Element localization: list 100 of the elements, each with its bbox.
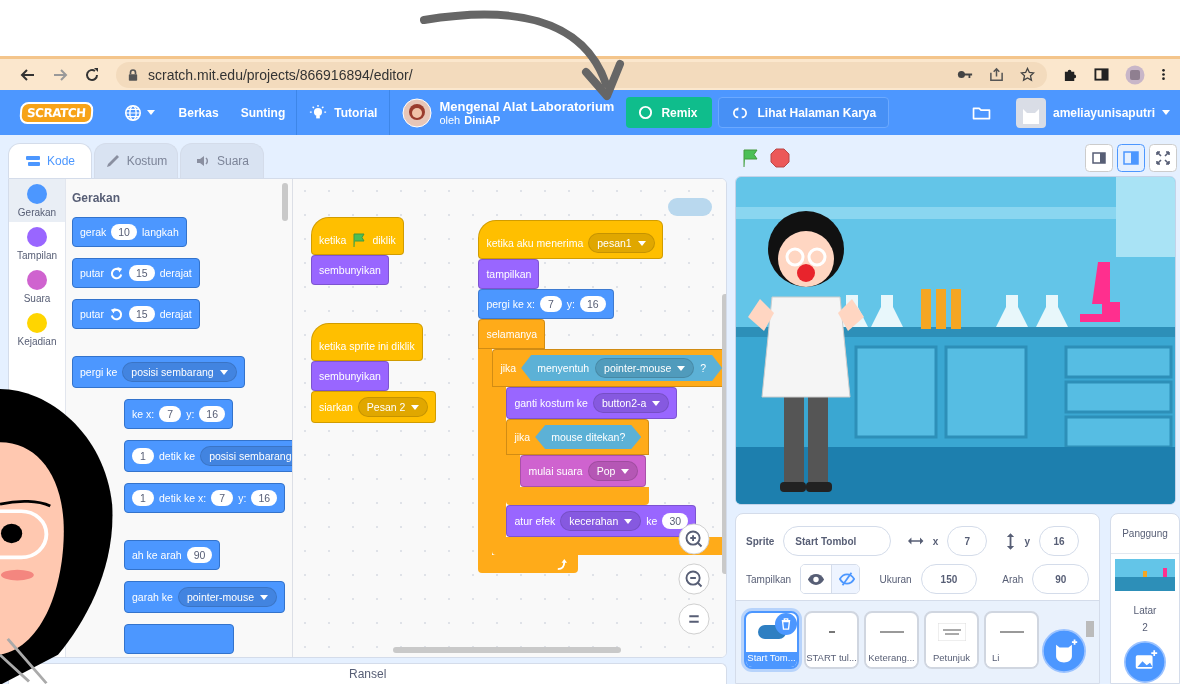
zoom-reset-icon[interactable] xyxy=(678,603,711,635)
code-block[interactable]: tampilkan xyxy=(478,259,540,289)
number-input[interactable]: 7 xyxy=(539,296,562,312)
number-input[interactable]: 15 xyxy=(128,265,155,281)
dropdown-input[interactable]: kecerahan xyxy=(560,511,642,531)
code-block[interactable]: ah ke arah 90 xyxy=(124,540,221,570)
puzzle-icon[interactable] xyxy=(1063,67,1078,82)
more-menu-icon[interactable] xyxy=(1161,67,1166,82)
add-sprite-icon[interactable] xyxy=(1042,629,1086,673)
sprite-tile[interactable]: START tul... xyxy=(804,611,859,669)
block-label: detik ke x: xyxy=(159,492,207,504)
flag-icon xyxy=(351,231,368,248)
reload-icon[interactable] xyxy=(84,66,100,83)
code-block[interactable]: gerak 10 langkah xyxy=(72,217,187,247)
dropdown-input[interactable]: posisi sembarang xyxy=(122,362,237,382)
block-label: derajat xyxy=(159,308,192,320)
caret-icon xyxy=(146,110,155,115)
sprite-tile[interactable]: Petunjuk xyxy=(924,611,979,669)
sidebar-icon[interactable] xyxy=(1094,67,1109,82)
caret-icon xyxy=(652,400,661,406)
horizontal-arrows-icon xyxy=(908,536,924,546)
code-block[interactable]: pergi ke posisi sembarang xyxy=(72,356,245,388)
flag-icon[interactable] xyxy=(740,147,760,168)
category-item[interactable]: Gerakan xyxy=(9,179,65,222)
key-icon[interactable] xyxy=(957,69,973,80)
block-label: ketika sprite ini diklik xyxy=(319,339,415,352)
scrollbar-thumb[interactable] xyxy=(282,183,288,221)
code-block[interactable]: garah ke pointer-mouse xyxy=(124,581,285,613)
profile-avatar-icon[interactable] xyxy=(1125,64,1145,85)
caret-icon xyxy=(677,365,686,371)
eye-icon xyxy=(807,572,826,586)
add-backdrop-icon[interactable] xyxy=(1124,641,1166,683)
code-blocks-icon xyxy=(25,153,41,169)
block-label: sembunyikan xyxy=(319,370,381,382)
hide-button[interactable] xyxy=(832,565,860,593)
scrollbar-thumb[interactable] xyxy=(393,647,621,653)
number-input[interactable]: 16 xyxy=(199,406,226,422)
eye-slash-icon xyxy=(838,571,857,587)
sprite-tile[interactable]: Li xyxy=(984,611,1039,669)
stop-icon[interactable] xyxy=(770,147,790,168)
folder-icon[interactable] xyxy=(971,105,991,120)
number-input[interactable]: 15 xyxy=(128,306,155,322)
trash-icon[interactable] xyxy=(775,613,797,635)
block-label: detik ke xyxy=(159,450,196,462)
globe-icon xyxy=(123,103,142,122)
back-icon[interactable] xyxy=(20,66,36,83)
backdrop-count: 2 xyxy=(1142,622,1148,633)
scrollbar-thumb[interactable] xyxy=(1086,621,1094,637)
show-button[interactable] xyxy=(801,565,833,593)
code-block[interactable]: atur efek kecerahan ke 30 xyxy=(506,505,697,537)
code-block[interactable]: sembunyikan xyxy=(311,361,389,391)
code-block[interactable]: pergi ke x: 7 y: 16 xyxy=(478,289,614,319)
backpack-bar[interactable]: Ransel xyxy=(8,663,727,684)
number-input[interactable]: 1 xyxy=(132,448,154,464)
number-input[interactable]: 7 xyxy=(211,490,234,506)
block-label: atur efek xyxy=(514,515,556,527)
block-label: y: xyxy=(566,298,575,310)
number-input[interactable]: 16 xyxy=(251,490,278,506)
dropdown-input[interactable]: button2-a xyxy=(592,393,670,413)
sprite-tile[interactable]: Keterang... xyxy=(864,611,919,669)
number-input[interactable]: 16 xyxy=(580,296,606,312)
code-block[interactable]: ke x: 7 y: 16 xyxy=(124,399,234,429)
block-label: langkah xyxy=(141,226,179,238)
url-text: scratch.mit.edu/projects/866916894/editor/ xyxy=(148,66,414,83)
sprite-name: Li xyxy=(986,652,1037,667)
author-avatar-icon[interactable] xyxy=(402,97,433,128)
number-input[interactable]: 7 xyxy=(159,406,182,422)
block-label: ? xyxy=(700,362,707,374)
code-block[interactable]: putar 15 derajat xyxy=(72,299,200,329)
stage-thumbnail[interactable] xyxy=(1115,559,1175,591)
block-label: ketika xyxy=(319,233,347,246)
code-block[interactable]: ganti kostum ke button2-a xyxy=(506,387,678,419)
code-block[interactable]: putar 15 derajat xyxy=(72,258,200,288)
forward-icon[interactable] xyxy=(52,66,68,83)
block-label: y: xyxy=(186,408,195,420)
sprite-name: START tul... xyxy=(806,652,857,667)
number-input[interactable]: 30 xyxy=(662,513,689,529)
code-block[interactable]: 1 detik ke posisi sembarang xyxy=(124,440,292,472)
rotate-counterclockwise-icon xyxy=(108,306,124,322)
fullscreen-icon[interactable] xyxy=(1149,143,1177,172)
code-block[interactable]: sembunyikan xyxy=(311,255,389,285)
number-input[interactable]: 90 xyxy=(186,547,213,563)
dropdown-input[interactable]: Pop xyxy=(587,461,639,481)
star-icon[interactable] xyxy=(1020,67,1035,82)
code-block[interactable]: 1 detik ke x: 7 y: 16 xyxy=(124,483,286,513)
number-input[interactable]: 10 xyxy=(111,224,137,240)
block-label: diklik xyxy=(372,233,396,246)
zoom-in-icon[interactable] xyxy=(678,523,711,555)
block-label: ke x: xyxy=(132,408,155,420)
small-stage-icon[interactable] xyxy=(1085,143,1113,172)
dropdown-input[interactable]: pointer-mouse xyxy=(177,587,277,607)
number-input[interactable]: 1 xyxy=(132,490,154,506)
share-icon[interactable] xyxy=(989,67,1004,82)
block-label: ketika aku menerima xyxy=(486,237,584,249)
block-label: ganti kostum ke xyxy=(514,397,588,409)
zoom-out-icon[interactable] xyxy=(678,563,711,595)
code-block[interactable]: mulai suara Pop xyxy=(520,455,647,487)
block-label: ke xyxy=(646,515,658,527)
address-bar[interactable]: scratch.mit.edu/projects/866916894/editor/ xyxy=(116,61,1047,88)
block-label: mulai suara xyxy=(528,465,583,477)
